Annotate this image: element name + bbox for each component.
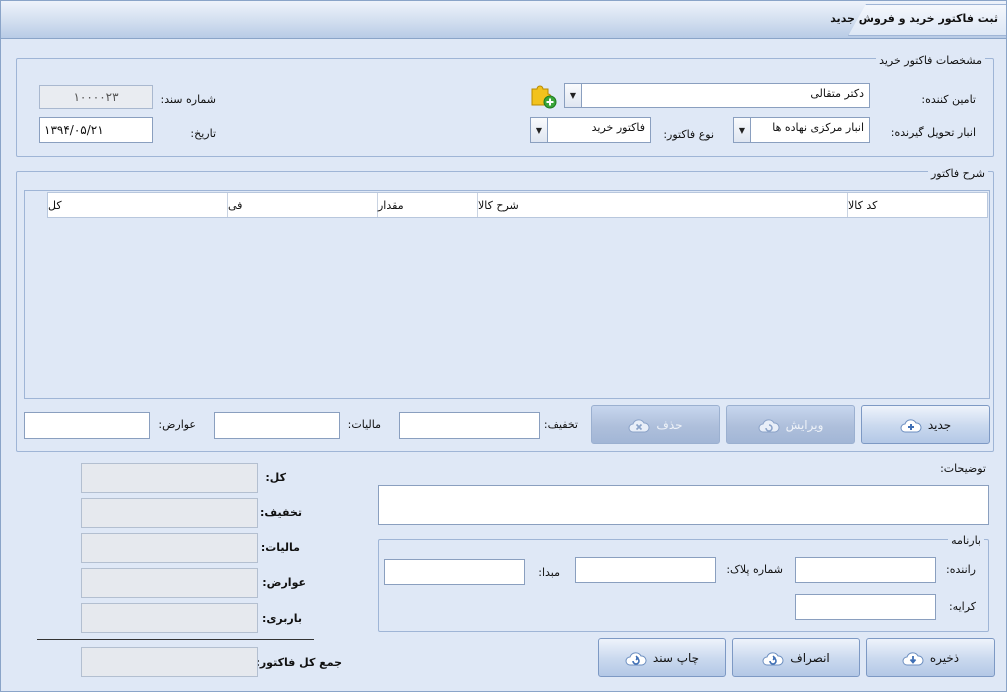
delete-item-button[interactable]: حذف [591,405,720,444]
total-duties-label: عوارض: [262,576,306,589]
total-duties-field [81,568,258,598]
invoice-type-value: فاکتور خرید [591,121,645,134]
freight-label: باربری: [261,612,302,625]
totals-separator [37,639,314,640]
plate-field[interactable] [575,557,716,583]
grand-total-field [81,647,258,677]
window-title: ثبت فاکتور خرید و فروش جدید [830,12,998,25]
column-header[interactable]: کد کالا [848,193,987,217]
edit-item-button[interactable]: ویرایش [726,405,855,444]
column-header[interactable]: شرح کالا [478,193,848,217]
discount-field[interactable] [399,412,540,439]
duties-label: عوارض: [158,418,196,431]
invoice-type-combo[interactable]: ▼ فاکتور خرید [530,117,651,143]
origin-field[interactable] [384,559,525,585]
invoice-type-label: نوع فاکتور: [663,128,714,141]
total-discount-label: تخفیف: [260,506,302,519]
grid-header: کل فی مقدار شرح کالا کد کالا [47,192,988,218]
warehouse-combo[interactable]: ▼ انبار مرکزی نهاده ها [733,117,870,143]
invoice-window: ثبت فاکتور خرید و فروش جدید مشخصات فاکتو… [0,0,1007,692]
print-document-label: چاپ سند [652,650,700,665]
cloud-refresh-icon [625,649,647,667]
title-bar: ثبت فاکتور خرید و فروش جدید [1,1,1006,39]
total-tax-field [81,533,258,563]
print-document-button[interactable]: چاپ سند [598,638,726,677]
doc-number-label: شماره سند: [160,93,216,106]
total-discount-field [81,498,258,528]
tax-label: مالیات: [347,418,381,431]
total-tax-label: مالیات: [260,541,300,554]
warehouse-value: انبار مرکزی نهاده ها [772,121,864,134]
cancel-button[interactable]: انصراف [732,638,860,677]
cloud-plus-icon [900,416,922,434]
duties-field[interactable] [24,412,150,439]
edit-item-label: ویرایش [785,417,824,432]
cloud-download-icon [902,649,924,667]
fare-field[interactable] [795,594,936,620]
driver-label: راننده: [946,563,976,576]
chevron-down-icon[interactable]: ▼ [565,84,582,107]
items-grid[interactable]: کل فی مقدار شرح کالا کد کالا [24,190,990,399]
invoice-items-legend: شرح فاکتور [927,167,988,180]
save-button[interactable]: ذخیره [866,638,995,677]
grand-total-label: جمع کل فاکتور: [255,656,342,669]
waybill-legend: بارنامه [948,534,984,547]
date-label: تاریخ: [190,127,216,140]
column-header[interactable]: کل [48,193,228,217]
discount-label: تخفیف: [543,418,578,431]
notes-label: توضیحات: [940,462,986,475]
cloud-refresh-icon [762,649,784,667]
total-label: کل: [265,471,286,484]
notes-field[interactable] [378,485,989,525]
column-header[interactable]: مقدار [378,193,478,217]
new-item-label: جدید [927,417,952,432]
doc-number-field: ۱۰۰۰۰۲۳ [39,85,153,109]
column-header[interactable]: فی [228,193,378,217]
chevron-down-icon[interactable]: ▼ [734,118,751,142]
puzzle-plus-icon[interactable] [529,81,557,109]
supplier-combo[interactable]: ▼ دکتر متقالی [564,83,870,108]
plate-label: شماره پلاک: [726,563,783,576]
invoice-details-legend: مشخصات فاکتور خرید [876,54,985,67]
warehouse-label: انبار تحویل گیرنده: [890,126,976,139]
date-field[interactable]: ۱۳۹۴/۰۵/۲۱ [39,117,153,143]
supplier-value: دکتر متقالی [810,87,864,100]
total-field [81,463,258,493]
save-label: ذخیره [929,650,960,665]
delete-item-label: حذف [656,417,683,432]
cloud-close-icon [628,416,650,434]
cloud-refresh-icon [758,416,780,434]
chevron-down-icon[interactable]: ▼ [531,118,548,142]
tax-field[interactable] [214,412,340,439]
supplier-label: تامین کننده: [921,93,976,106]
freight-field [81,603,258,633]
new-item-button[interactable]: جدید [861,405,990,444]
cancel-label: انصراف [790,650,830,665]
driver-field[interactable] [795,557,936,583]
origin-label: مبدا: [538,566,560,579]
fare-label: کرایه: [948,600,976,613]
